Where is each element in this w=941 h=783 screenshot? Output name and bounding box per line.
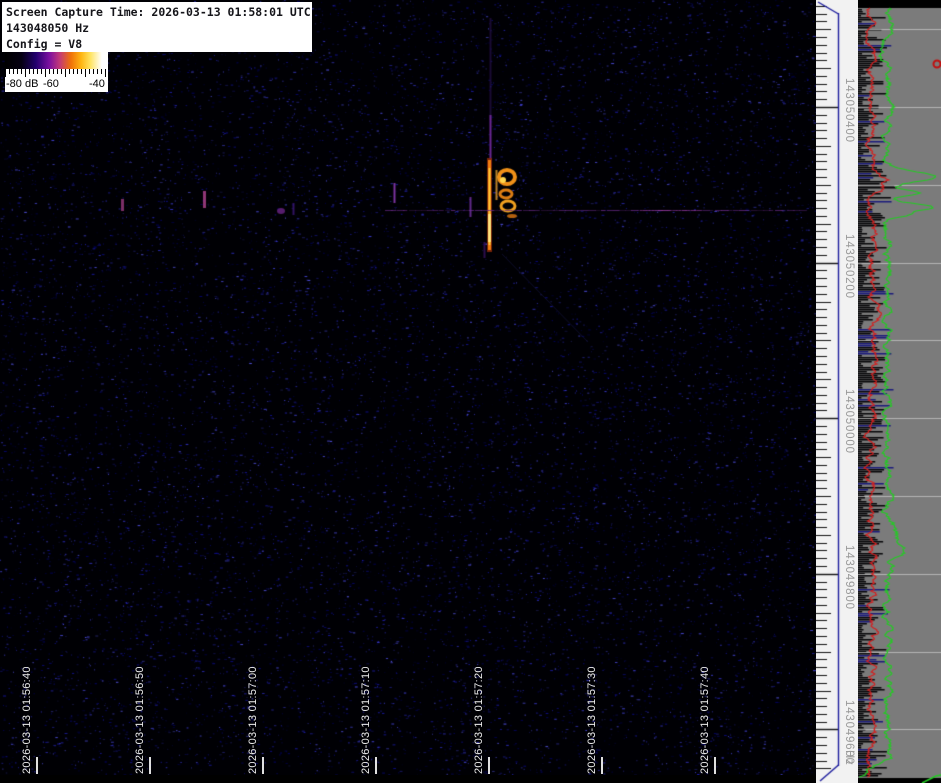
frequency-tick-label: 143050000 (843, 389, 855, 454)
capture-time-text: Screen Capture Time: 2026-03-13 01:58:01… (6, 5, 311, 19)
time-tick-label: 2026-03-13 01:57:30 (586, 666, 598, 774)
frequency-tick-label: 143049800 (843, 545, 855, 610)
time-tick-mark (601, 757, 603, 774)
time-tick-mark (488, 757, 490, 774)
frequency-tick-label: 143050200 (843, 234, 855, 299)
time-tick-label: 2026-03-13 01:57:40 (699, 666, 711, 774)
db-scale-ruler: -80 dB -60 -40 (5, 69, 108, 92)
time-tick-label: 2026-03-13 01:57:10 (360, 666, 372, 774)
config-text: Config = V8 (6, 37, 83, 51)
time-tick-mark (36, 757, 38, 774)
spectrum-side-panel (858, 0, 941, 783)
spectrogram-waterfall (0, 0, 816, 775)
time-tick-label: 2026-03-13 01:57:20 (473, 666, 485, 774)
capture-info-box: Screen Capture Time: 2026-03-13 01:58:01… (2, 2, 312, 52)
frequency-unit-label: Hz (843, 750, 855, 766)
frequency-tick-label: 143050400 (843, 78, 855, 143)
time-tick-mark (714, 757, 716, 774)
bottom-margin (0, 775, 816, 783)
db-label-max: -40 (89, 78, 105, 90)
frequency-text: 143048050 Hz (6, 21, 90, 35)
time-tick-label: 2026-03-13 01:57:00 (247, 666, 259, 774)
time-tick-label: 2026-03-13 01:56:40 (21, 666, 33, 774)
time-tick-label: 2026-03-13 01:56:50 (134, 666, 146, 774)
time-tick-mark (375, 757, 377, 774)
db-label-mid: -60 (43, 78, 59, 90)
time-tick-mark (149, 757, 151, 774)
screen-capture-window: 2026-03-13 01:56:40 2026-03-13 01:56:50 20… (0, 0, 941, 783)
db-label-min: -80 dB (6, 78, 39, 90)
color-gradient-bar (5, 52, 108, 69)
db-color-scale: -80 dB -60 -40 (5, 52, 108, 92)
time-tick-mark (262, 757, 264, 774)
